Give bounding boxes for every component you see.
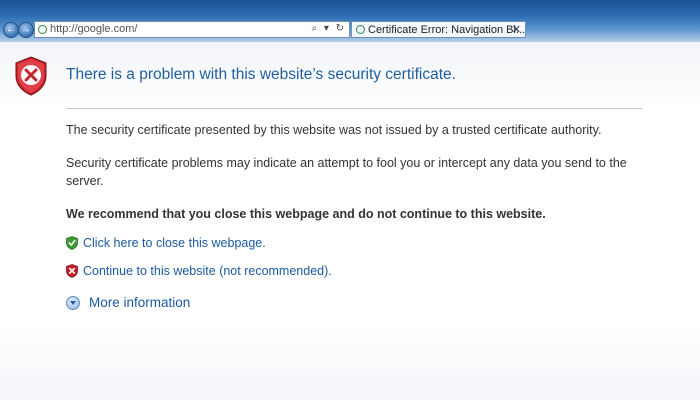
- page-title: There is a problem with this website’s s…: [66, 66, 456, 83]
- divider: [66, 108, 642, 109]
- close-webpage-link[interactable]: Click here to close this webpage.: [66, 235, 266, 251]
- tab-close-icon[interactable]: ✕: [512, 23, 521, 36]
- more-information-toggle[interactable]: More information: [66, 295, 190, 310]
- explanation-text: The security certificate presented by th…: [66, 123, 602, 137]
- continue-website-link-text[interactable]: Continue to this website (not recommende…: [83, 264, 332, 278]
- recommendation-text: We recommend that you close this webpage…: [66, 207, 546, 221]
- address-bar[interactable]: http://google.com/ ⌕ ▾ ↻: [34, 21, 350, 38]
- certificate-error-page: There is a problem with this website’s s…: [0, 42, 700, 400]
- address-text[interactable]: http://google.com/: [50, 23, 137, 35]
- warning-text: Security certificate problems may indica…: [66, 156, 627, 188]
- red-shield-x-icon: [15, 56, 47, 96]
- tab-title: Certificate Error: Navigation Bl...: [368, 24, 526, 36]
- tab-certificate-error[interactable]: Certificate Error: Navigation Bl... ✕: [351, 21, 526, 38]
- ie-page-icon: [38, 25, 47, 34]
- green-shield-check-icon: [66, 236, 78, 250]
- browser-chrome: ← → http://google.com/ ⌕ ▾ ↻ Certificate…: [0, 0, 700, 42]
- close-webpage-link-text[interactable]: Click here to close this webpage.: [83, 236, 266, 250]
- forward-button[interactable]: →: [18, 22, 34, 38]
- continue-website-link[interactable]: Continue to this website (not recommende…: [66, 263, 332, 279]
- expand-chevron-icon[interactable]: [66, 295, 80, 310]
- more-information-label[interactable]: More information: [89, 295, 190, 310]
- address-tools[interactable]: ⌕ ▾ ↻: [311, 23, 346, 34]
- ie-tab-icon: [356, 25, 365, 34]
- red-shield-x-small-icon: [66, 264, 78, 278]
- back-button[interactable]: ←: [3, 22, 19, 38]
